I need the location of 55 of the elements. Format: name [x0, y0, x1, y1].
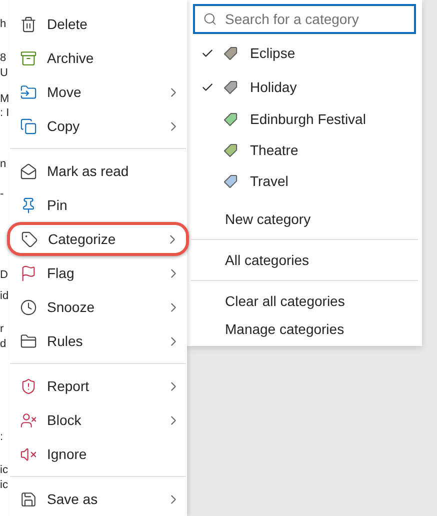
folder-icon [20, 332, 37, 350]
menu-item[interactable]: Delete [9, 7, 187, 41]
list-text-fragment: ic [0, 478, 8, 492]
category-item[interactable]: Travel [187, 166, 422, 197]
menu-item[interactable]: Report [9, 369, 187, 403]
list-text-fragment: h [0, 17, 6, 31]
menu-item[interactable]: Pin [9, 188, 187, 222]
list-text-fragment: M [0, 92, 9, 106]
folder-arrow-icon [20, 84, 37, 100]
menu-item[interactable]: New category [187, 205, 422, 233]
checkmark-icon [201, 46, 214, 60]
blocked-person-icon [20, 412, 37, 428]
list-text-fragment: : [0, 430, 4, 444]
trash-icon [20, 16, 37, 32]
list-text-fragment: id [0, 289, 9, 303]
menu-item[interactable]: Clear all categories [187, 287, 422, 315]
list-text-fragment: - [0, 187, 4, 201]
copy-icon [20, 118, 37, 134]
muted-speaker-icon [20, 446, 37, 462]
menu-item[interactable]: Mark as read [9, 154, 187, 188]
shield-alert-icon [20, 378, 37, 394]
flag-icon [20, 264, 37, 282]
tag-icon [21, 230, 38, 248]
category-item[interactable]: Holiday [187, 70, 422, 104]
category-item[interactable]: Theatre [187, 135, 422, 166]
menu-item[interactable]: Save as [9, 482, 187, 516]
archive-icon [20, 50, 37, 66]
list-text-fragment: 8 [0, 51, 6, 65]
category-item[interactable]: Eclipse [187, 36, 422, 70]
clock-icon [20, 298, 37, 316]
menu-item[interactable]: Move [9, 75, 187, 109]
list-text-fragment: ic [0, 463, 8, 477]
save-icon [20, 490, 37, 508]
list-text-fragment: n [0, 157, 6, 171]
list-text-fragment: : I [0, 106, 9, 120]
pin-icon [20, 196, 37, 214]
category-item[interactable]: Edinburgh Festival [187, 104, 422, 135]
search-icon [203, 12, 217, 26]
menu-item[interactable]: Block [9, 403, 187, 437]
menu-item[interactable]: All categories [187, 246, 422, 274]
menu-item[interactable]: Rules [9, 324, 187, 358]
menu-item[interactable]: Copy [9, 109, 187, 143]
menu-item[interactable]: Categorize [7, 222, 189, 256]
list-text-fragment: r [0, 322, 4, 336]
menu-item[interactable]: Ignore [9, 437, 187, 471]
search-field[interactable]: Search for a category [193, 4, 416, 34]
checkmark-icon [201, 80, 214, 94]
menu-item[interactable]: Flag [9, 256, 187, 290]
menu-item[interactable]: Archive [9, 41, 187, 75]
envelope-icon [20, 162, 37, 180]
list-text-fragment: d [0, 337, 6, 351]
menu-item[interactable]: Manage categories [187, 315, 422, 343]
list-text-fragment: U [0, 66, 8, 80]
list-text-fragment: D [0, 268, 8, 282]
menu-item[interactable]: Snooze [9, 290, 187, 324]
